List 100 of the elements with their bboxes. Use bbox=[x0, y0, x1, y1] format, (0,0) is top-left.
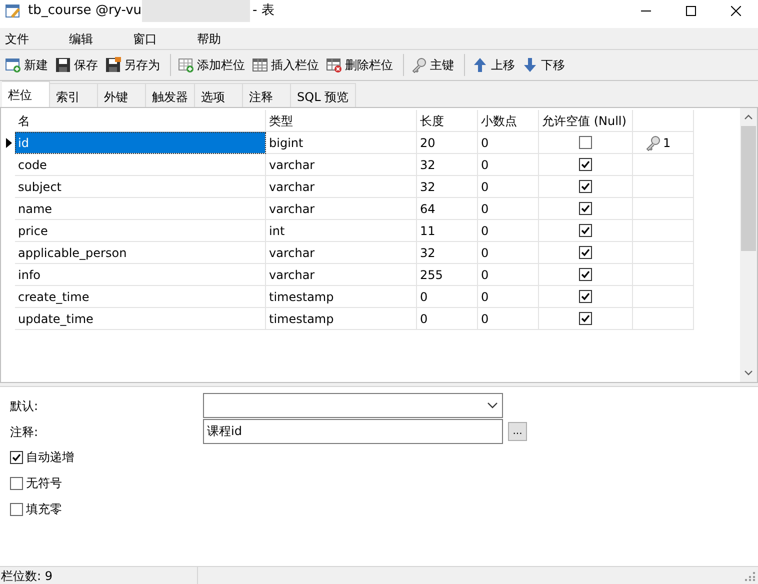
table-cell: 0 bbox=[478, 132, 539, 154]
table-cell: 0 bbox=[478, 308, 539, 330]
toolbar-button[interactable]: 下移 bbox=[520, 53, 567, 77]
option-checkbox[interactable] bbox=[10, 476, 23, 490]
table-cell: 32 bbox=[417, 242, 478, 264]
maximize-icon bbox=[686, 6, 696, 16]
null-checkbox[interactable] bbox=[579, 180, 592, 193]
table-cell: varchar bbox=[266, 154, 417, 176]
tab[interactable]: 栏位 bbox=[2, 81, 50, 107]
tab[interactable]: 选项 bbox=[195, 83, 243, 107]
null-checkbox[interactable] bbox=[579, 246, 592, 259]
status-text: 栏位数: 9 bbox=[0, 566, 198, 584]
toolbar-button[interactable]: 另存为 bbox=[103, 53, 162, 77]
option-checkbox[interactable] bbox=[10, 450, 23, 464]
column-header[interactable]: 类型 bbox=[266, 110, 417, 132]
field-label: 默认: bbox=[10, 398, 40, 414]
null-checkbox[interactable] bbox=[579, 224, 592, 237]
null-checkbox[interactable] bbox=[579, 312, 592, 325]
menu-item[interactable]: 编辑 bbox=[69, 30, 109, 48]
table-cell: id bbox=[15, 132, 266, 154]
table-cell: 0 bbox=[478, 154, 539, 176]
table-cell: timestamp bbox=[266, 308, 417, 330]
table-cell: name bbox=[15, 198, 266, 220]
up-arrow-icon bbox=[472, 57, 488, 73]
table-cell: bigint bbox=[266, 132, 417, 154]
toolbar-button[interactable]: 插入栏位 bbox=[250, 53, 321, 77]
table-cell: int bbox=[266, 220, 417, 242]
table-cell: 32 bbox=[417, 154, 478, 176]
check-icon bbox=[581, 160, 590, 169]
table-cell: price bbox=[15, 220, 266, 242]
table-cell: 255 bbox=[417, 264, 478, 286]
null-checkbox[interactable] bbox=[579, 136, 592, 149]
toolbar-button[interactable]: 主键 bbox=[409, 53, 456, 77]
comment-field[interactable]: 课程id bbox=[203, 419, 503, 444]
table-cell: info bbox=[15, 264, 266, 286]
null-checkbox[interactable] bbox=[579, 158, 592, 171]
table-cell: 11 bbox=[417, 220, 478, 242]
scrollbar-thumb[interactable] bbox=[741, 126, 756, 251]
scroll-up-icon bbox=[744, 114, 753, 120]
check-icon bbox=[12, 452, 21, 462]
table-cell: applicable_person bbox=[15, 242, 266, 264]
table-cell: 0 bbox=[417, 308, 478, 330]
window-title: - 表 bbox=[252, 2, 274, 20]
table-cell: 0 bbox=[478, 242, 539, 264]
table-cell: 0 bbox=[478, 220, 539, 242]
toolbar-button[interactable]: 添加栏位 bbox=[176, 53, 247, 77]
table-cell: subject bbox=[15, 176, 266, 198]
save-as-icon bbox=[105, 57, 121, 73]
table-cell: 0 bbox=[478, 198, 539, 220]
check-icon bbox=[581, 292, 590, 301]
chevron-down-icon bbox=[487, 402, 498, 409]
tab[interactable]: 触发器 bbox=[146, 83, 195, 107]
column-header[interactable]: 允许空值 (Null) bbox=[539, 110, 633, 132]
menu-item[interactable]: 帮助 bbox=[197, 30, 237, 48]
menu-item[interactable]: 文件 bbox=[5, 30, 45, 48]
table-cell: 20 bbox=[417, 132, 478, 154]
down-arrow-icon bbox=[522, 57, 538, 73]
toolbar-button[interactable]: 保存 bbox=[53, 53, 100, 77]
table-cell: update_time bbox=[15, 308, 266, 330]
checkbox-label: 填充零 bbox=[26, 501, 62, 518]
key-icon bbox=[411, 57, 427, 73]
checkbox-label: 无符号 bbox=[26, 475, 62, 492]
window-title: tb_course @ry-vu bbox=[28, 2, 142, 20]
current-row-icon bbox=[6, 138, 12, 148]
table-cell: 0 bbox=[478, 286, 539, 308]
tab[interactable]: 外键 bbox=[98, 83, 146, 107]
save-icon bbox=[55, 57, 71, 73]
menu-item[interactable]: 窗口 bbox=[133, 30, 173, 48]
key-icon bbox=[645, 134, 661, 150]
option-checkbox[interactable] bbox=[10, 502, 23, 516]
table-cell: varchar bbox=[266, 176, 417, 198]
tab[interactable]: SQL 预览 bbox=[291, 83, 356, 107]
table-plus-icon bbox=[178, 57, 194, 73]
null-checkbox[interactable] bbox=[579, 202, 592, 215]
checkbox-label: 自动递增 bbox=[26, 449, 74, 466]
tab[interactable]: 注释 bbox=[243, 83, 291, 107]
column-header[interactable]: 长度 bbox=[417, 110, 478, 132]
resize-grip-icon bbox=[744, 570, 756, 582]
check-icon bbox=[581, 270, 590, 279]
table-cell: varchar bbox=[266, 198, 417, 220]
toolbar-button[interactable]: 删除栏位 bbox=[324, 53, 395, 77]
field-label: 注释: bbox=[10, 424, 40, 440]
check-icon bbox=[581, 248, 590, 257]
check-icon bbox=[581, 314, 590, 323]
tab[interactable]: 索引 bbox=[50, 83, 98, 107]
table-delete-icon bbox=[326, 57, 342, 73]
column-header[interactable]: 小数点 bbox=[478, 110, 539, 132]
toolbar-button[interactable]: 新建 bbox=[3, 53, 50, 77]
check-icon bbox=[581, 182, 590, 191]
table-cell: create_time bbox=[15, 286, 266, 308]
null-checkbox[interactable] bbox=[579, 268, 592, 281]
scrollbar[interactable] bbox=[740, 108, 757, 382]
table-cell: 0 bbox=[478, 264, 539, 286]
null-checkbox[interactable] bbox=[579, 290, 592, 303]
more-button[interactable]: ... bbox=[508, 422, 527, 441]
check-icon bbox=[581, 226, 590, 235]
scroll-down-icon bbox=[744, 370, 753, 376]
default-dropdown[interactable] bbox=[203, 393, 503, 418]
table-cell: 0 bbox=[417, 286, 478, 308]
toolbar-button[interactable]: 上移 bbox=[470, 53, 517, 77]
